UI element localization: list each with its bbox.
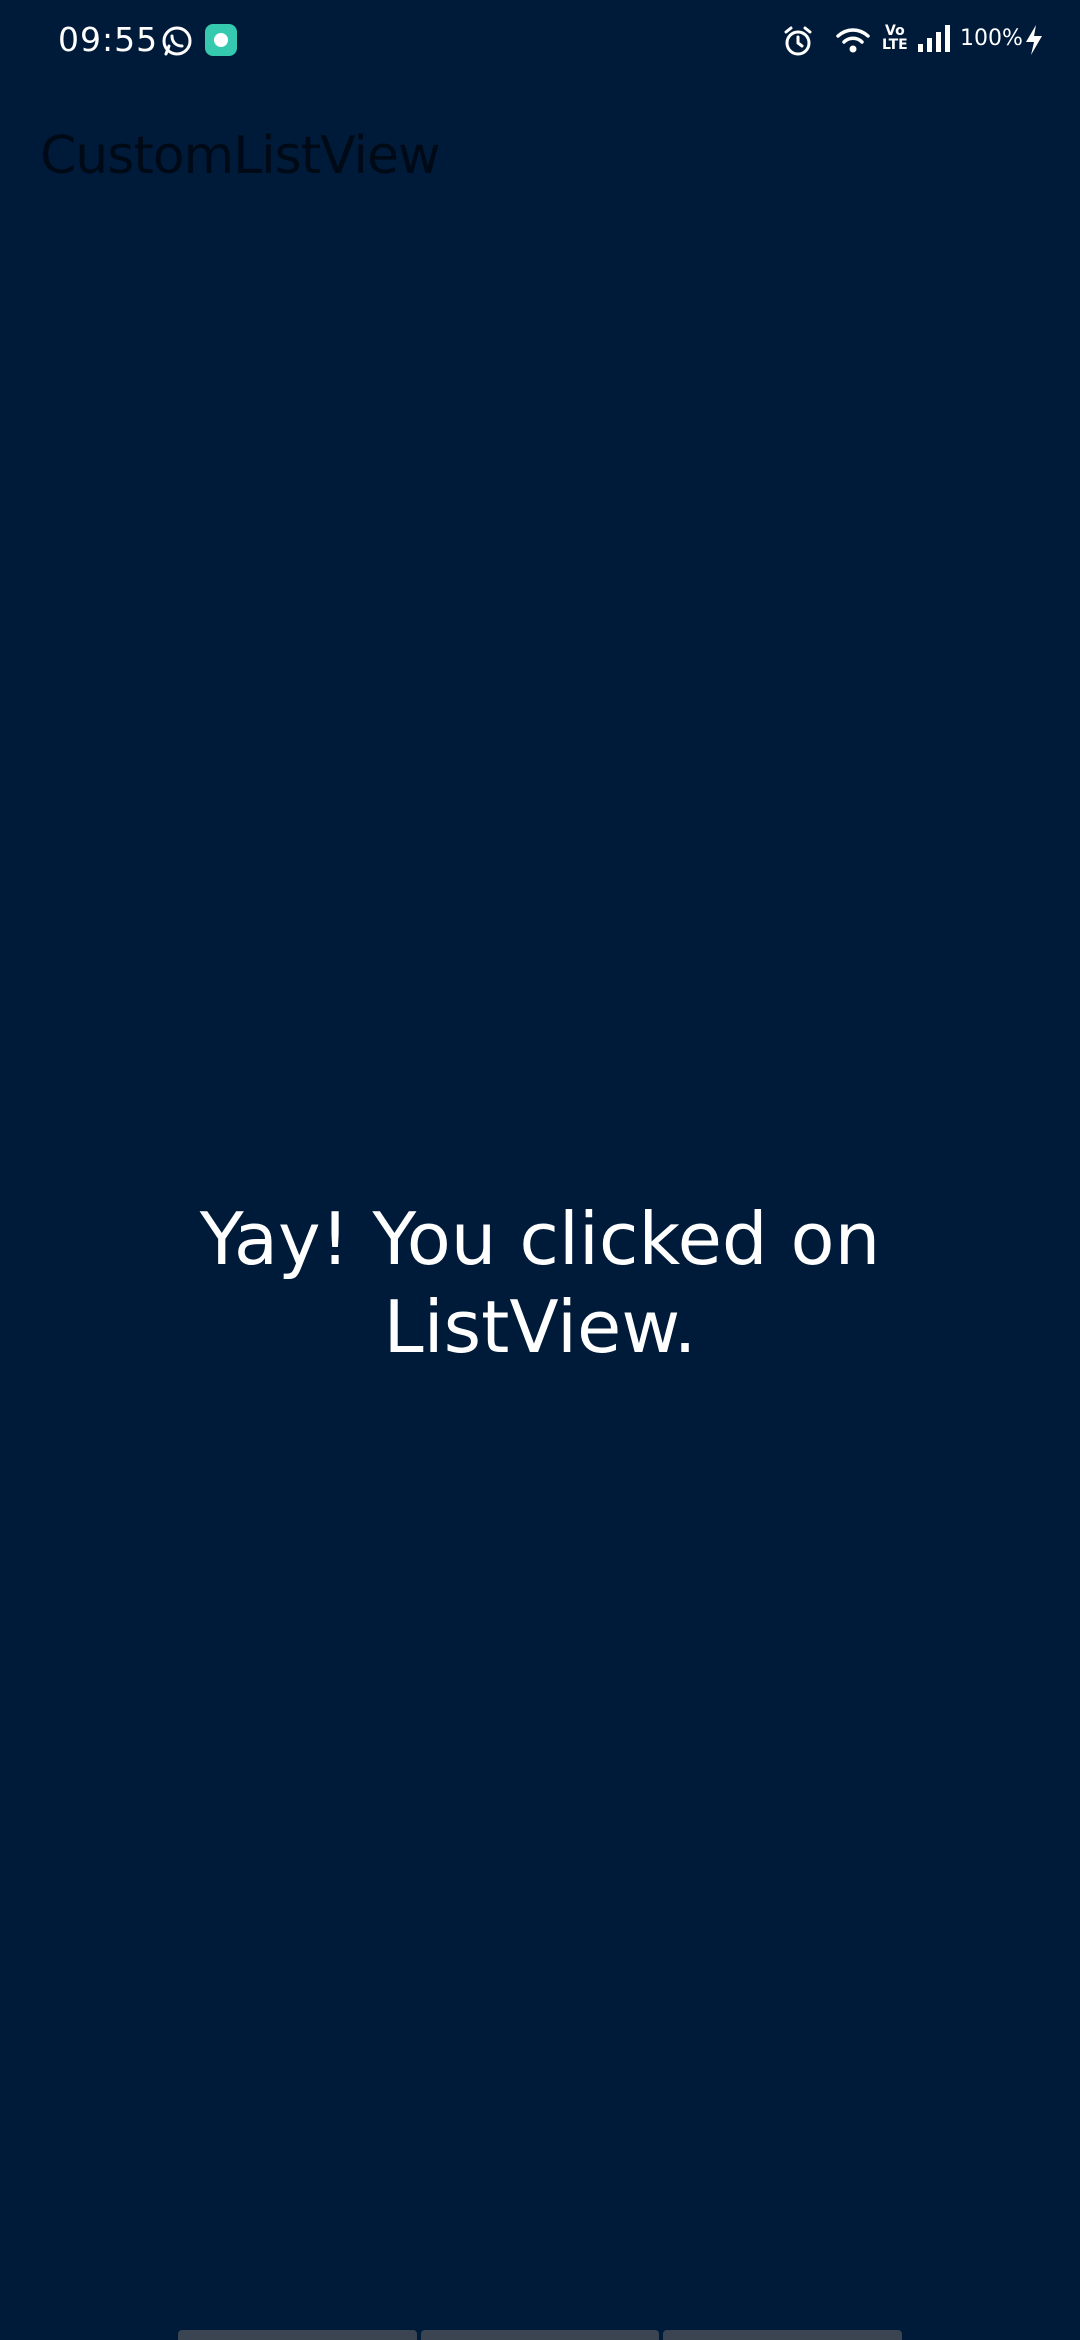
charging-icon bbox=[1026, 25, 1042, 55]
click-message: Yay! You clicked on ListView. bbox=[0, 1195, 1080, 1371]
nav-segment-right[interactable] bbox=[663, 2330, 903, 2340]
message-line-1: Yay! You clicked on bbox=[199, 1197, 881, 1281]
nav-segment-center[interactable] bbox=[420, 2330, 660, 2340]
status-icons: Vo LTE 100% bbox=[780, 0, 1080, 84]
status-bar: 09:55 Vo LTE 100% bbox=[0, 0, 1080, 84]
whatsapp-icon bbox=[162, 26, 192, 56]
app-title: CustomListView bbox=[40, 126, 441, 186]
navigation-gesture-bar[interactable] bbox=[178, 2330, 903, 2340]
message-line-2: ListView. bbox=[383, 1285, 697, 1369]
battery-level: 100% bbox=[960, 26, 1023, 51]
wifi-icon bbox=[836, 28, 870, 53]
app-notification-icon bbox=[205, 24, 237, 56]
signal-icon bbox=[918, 25, 950, 52]
alarm-icon bbox=[784, 26, 812, 56]
volte-icon: Vo LTE bbox=[882, 23, 908, 53]
nav-segment-left[interactable] bbox=[178, 2330, 417, 2340]
status-time: 09:55 bbox=[58, 20, 159, 59]
